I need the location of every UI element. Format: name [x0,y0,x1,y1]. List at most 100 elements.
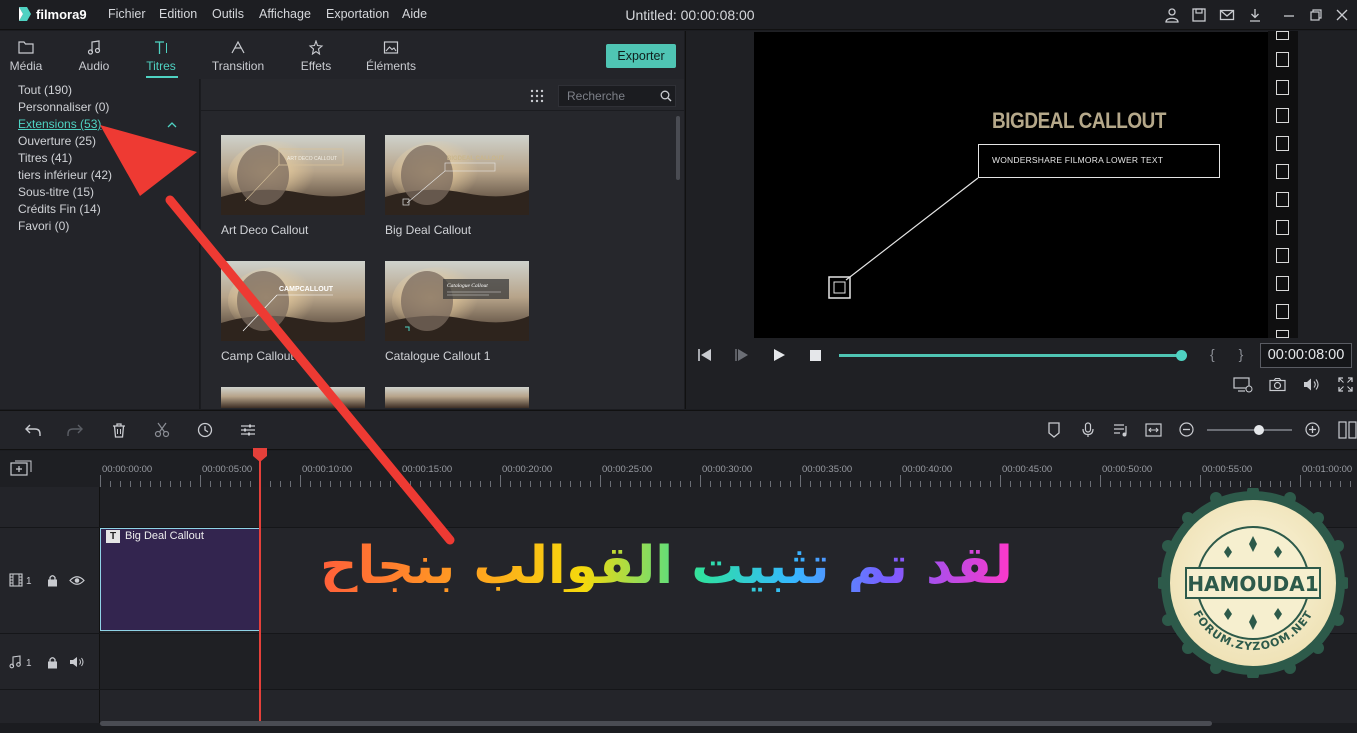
tab-audio-label: Audio [78,59,110,73]
audio-mixer-icon[interactable] [1113,422,1129,438]
close-icon[interactable] [1334,7,1350,23]
tab-effets[interactable]: Effets [286,40,346,73]
next-frame-icon[interactable] [734,348,750,362]
render-settings-icon[interactable] [1233,377,1253,393]
search-icon[interactable] [660,90,672,102]
save-icon[interactable] [1191,7,1207,23]
marker-icon[interactable] [1047,422,1061,438]
grid-view-icon[interactable] [530,89,544,103]
ruler-time-label: 00:00:55:00 [1202,464,1253,475]
export-button[interactable]: Exporter [606,44,676,68]
thumbnail-image [385,387,529,408]
tab-transition[interactable]: Transition [208,40,268,73]
category-ouverture[interactable]: Ouverture (25) [18,134,96,148]
chevron-up-icon[interactable] [166,121,178,129]
track-separator [0,633,1357,634]
mail-icon[interactable] [1219,7,1235,23]
lock-icon[interactable] [47,574,58,587]
zoom-slider-handle[interactable] [1254,425,1264,435]
download-icon[interactable] [1247,7,1263,23]
title-thumbnail-big-deal-callout[interactable]: BIGDEAL CALLOUT [385,135,529,215]
fullscreen-icon[interactable] [1338,377,1353,392]
microphone-icon[interactable] [1081,422,1095,438]
eye-icon[interactable] [69,575,85,586]
filmstrip-hole [1276,192,1289,207]
fit-to-screen-icon[interactable] [1145,422,1162,438]
search-input[interactable] [558,85,676,107]
play-icon[interactable] [772,348,786,362]
title-thumbnail-partial[interactable] [385,387,529,408]
category-extensions[interactable]: Extensions (53) [18,117,101,131]
playback-progress-handle[interactable] [1176,350,1187,361]
filmstrip-border [1268,31,1298,338]
category-credits-fin[interactable]: Crédits Fin (14) [18,202,101,216]
category-sous-titre[interactable]: Sous-titre (15) [18,185,94,199]
category-tout[interactable]: Tout (190) [18,83,72,97]
ruler-time-label: 00:00:30:00 [702,464,753,475]
thumbnail-overlay-text: CAMPCALLOUT [279,286,334,293]
adjust-settings-icon[interactable] [240,422,256,438]
title-thumbnail-camp-callout[interactable]: CAMPCALLOUT [221,261,365,341]
thumbnail-label: Camp Callout [221,349,294,363]
grid-scrollbar[interactable] [676,116,680,180]
maximize-icon[interactable] [1308,7,1324,23]
thumbnail-label: Big Deal Callout [385,223,472,237]
ruler-time-label: 00:00:35:00 [802,464,853,475]
timeline-horizontal-scrollbar[interactable] [100,721,1212,726]
previous-frame-icon[interactable] [697,348,713,362]
filmstrip-hole [1276,52,1289,67]
add-track-icon[interactable] [10,460,32,476]
panel-layout-icon[interactable] [1338,421,1357,439]
category-titres[interactable]: Titres (41) [18,151,72,165]
thumbnail-image: ART DECO CALLOUT [221,135,365,215]
playhead-line[interactable] [259,450,261,722]
category-favori[interactable]: Favori (0) [18,219,69,233]
stop-icon[interactable] [809,349,822,362]
title-thumbnail-art-deco-callout[interactable]: ART DECO CALLOUT [221,135,365,215]
filmstrip-hole [1276,330,1289,338]
snapshot-camera-icon[interactable] [1269,377,1286,392]
filmstrip-hole [1276,164,1289,179]
mark-in-out-buttons[interactable]: { } [1210,346,1253,362]
tab-audio[interactable]: Audio [64,40,124,73]
filmstrip-hole [1276,220,1289,235]
forum-seal-watermark: HAMOUDA1 FORUM.ZYZOOM.NET [1158,488,1348,678]
tab-media[interactable]: Média [0,40,56,73]
tab-titres[interactable]: Titres [131,40,191,73]
undo-icon[interactable] [25,422,41,438]
account-icon[interactable] [1164,7,1180,23]
playback-progress-bar[interactable] [839,354,1182,357]
delete-icon[interactable] [111,422,127,438]
transition-icon [231,40,245,54]
zoom-out-icon[interactable] [1179,422,1194,437]
active-tab-indicator [146,76,178,78]
ruler-time-label: 00:00:00:00 [102,464,153,475]
title-clip[interactable] [100,528,260,631]
zoom-slider-track[interactable] [1207,429,1292,431]
window-title: Untitled: 00:00:08:00 [625,7,755,23]
image-icon [383,41,399,54]
zoom-in-icon[interactable] [1305,422,1320,437]
redo-icon[interactable] [67,422,83,438]
lock-icon[interactable] [47,656,58,669]
title-thumbnail-partial[interactable] [221,387,365,408]
preview-timecode: 00:00:08:00 [1260,343,1352,368]
thumbnail-label: Catalogue Callout 1 [385,349,491,363]
tab-elements[interactable]: Éléments [361,40,421,73]
filmstrip-hole [1276,276,1289,291]
title-thumbnail-catalogue-callout-1[interactable]: Catalogue Callout [385,261,529,341]
speed-clock-icon[interactable] [197,422,213,438]
cut-icon[interactable] [154,422,170,438]
thumbnail-overlay-text: Catalogue Callout [447,283,488,289]
ruler-time-label: 00:00:15:00 [402,464,453,475]
category-tiers-inferieur[interactable]: tiers inférieur (42) [18,168,112,182]
speaker-icon[interactable] [69,656,85,668]
category-personnaliser[interactable]: Personnaliser (0) [18,100,109,114]
playhead-handle[interactable] [252,447,268,463]
thumbnail-image: BIGDEAL CALLOUT [385,135,529,215]
minimize-icon[interactable] [1281,7,1297,23]
empty-track-lane[interactable] [100,689,1357,723]
volume-icon[interactable] [1303,377,1320,392]
ruler-time-label: 00:00:25:00 [602,464,653,475]
music-note-icon [87,40,101,55]
